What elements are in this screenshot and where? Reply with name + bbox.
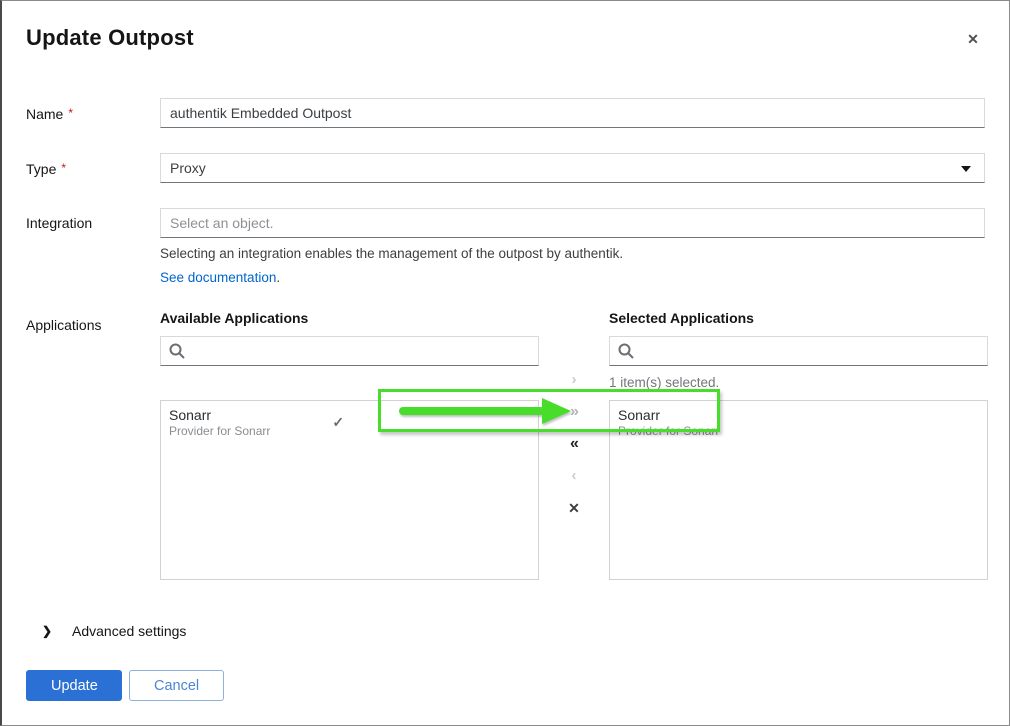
documentation-link-row: See documentation. bbox=[160, 269, 985, 286]
name-label-text: Name bbox=[26, 106, 63, 122]
applications-row: Applications Available Applications bbox=[26, 310, 985, 580]
link-suffix: . bbox=[276, 270, 280, 285]
action-bar: Update Cancel bbox=[26, 670, 224, 701]
selected-applications-pane: Selected Applications 1 item(s) selected… bbox=[609, 310, 988, 580]
integration-row: Integration Selecting an integration ena… bbox=[26, 208, 985, 286]
clear-selection-button[interactable]: ✕ bbox=[559, 498, 589, 518]
chevron-down-icon bbox=[961, 166, 971, 172]
available-search-input[interactable] bbox=[160, 336, 539, 366]
check-icon: ✓ bbox=[332, 414, 344, 431]
update-outpost-dialog: Update Outpost ✕ Name * Type * Proxy Integ… bbox=[2, 1, 1009, 725]
item-subtitle: Provider for Sonarr bbox=[618, 424, 719, 439]
available-applications-header: Available Applications bbox=[160, 310, 539, 327]
item-title: Sonarr bbox=[618, 406, 719, 424]
available-spacer bbox=[160, 366, 539, 400]
selected-count-status: 1 item(s) selected. bbox=[609, 366, 988, 400]
integration-help-text: Selecting an integration enables the man… bbox=[160, 245, 985, 262]
required-asterisk: * bbox=[61, 161, 66, 175]
type-label: Type * bbox=[26, 153, 160, 184]
cancel-button[interactable]: Cancel bbox=[129, 670, 224, 701]
list-item-sonarr-selected[interactable]: Sonarr Provider for Sonarr bbox=[610, 401, 987, 445]
type-label-text: Type bbox=[26, 161, 56, 177]
item-subtitle: Provider for Sonarr bbox=[169, 424, 270, 439]
dialog-header: Update Outpost ✕ bbox=[26, 25, 985, 51]
item-title: Sonarr bbox=[169, 406, 270, 424]
chevron-right-icon: ❯ bbox=[42, 624, 56, 638]
update-button[interactable]: Update bbox=[26, 670, 122, 701]
available-search-wrap bbox=[160, 336, 539, 366]
move-selected-right-button[interactable]: › bbox=[559, 370, 589, 390]
selected-search-input[interactable] bbox=[609, 336, 988, 366]
close-icon[interactable]: ✕ bbox=[963, 29, 983, 49]
type-row: Type * Proxy bbox=[26, 153, 985, 184]
type-select[interactable]: Proxy bbox=[160, 153, 985, 183]
type-select-value: Proxy bbox=[170, 160, 206, 176]
available-list: Sonarr Provider for Sonarr ✓ bbox=[160, 400, 539, 580]
integration-label: Integration bbox=[26, 208, 160, 238]
dual-list-selector: Available Applications Sonarr bbox=[160, 310, 985, 580]
applications-label: Applications bbox=[26, 310, 160, 340]
selected-applications-header: Selected Applications bbox=[609, 310, 988, 327]
required-asterisk: * bbox=[68, 106, 73, 120]
applications-label-text: Applications bbox=[26, 317, 102, 333]
integration-field[interactable] bbox=[160, 208, 985, 238]
selected-search-wrap bbox=[609, 336, 988, 366]
move-selected-left-button[interactable]: ‹ bbox=[559, 466, 589, 486]
name-row: Name * bbox=[26, 98, 985, 129]
name-label: Name * bbox=[26, 98, 160, 129]
search-icon bbox=[618, 343, 634, 359]
documentation-link[interactable]: See documentation bbox=[160, 270, 276, 285]
available-applications-pane: Available Applications Sonarr bbox=[160, 310, 539, 580]
transfer-controls: › » « ‹ ✕ bbox=[539, 310, 609, 580]
list-item-sonarr-available[interactable]: Sonarr Provider for Sonarr ✓ bbox=[161, 401, 538, 445]
selected-list: Sonarr Provider for Sonarr bbox=[609, 400, 988, 580]
search-icon bbox=[169, 343, 185, 359]
advanced-settings-label: Advanced settings bbox=[72, 623, 186, 639]
move-all-left-button[interactable]: « bbox=[559, 434, 589, 454]
name-field[interactable] bbox=[160, 98, 985, 128]
advanced-settings-toggle[interactable]: ❯ Advanced settings bbox=[42, 623, 985, 639]
page-title: Update Outpost bbox=[26, 25, 985, 51]
move-all-right-button[interactable]: » bbox=[559, 402, 589, 422]
integration-label-text: Integration bbox=[26, 215, 92, 231]
